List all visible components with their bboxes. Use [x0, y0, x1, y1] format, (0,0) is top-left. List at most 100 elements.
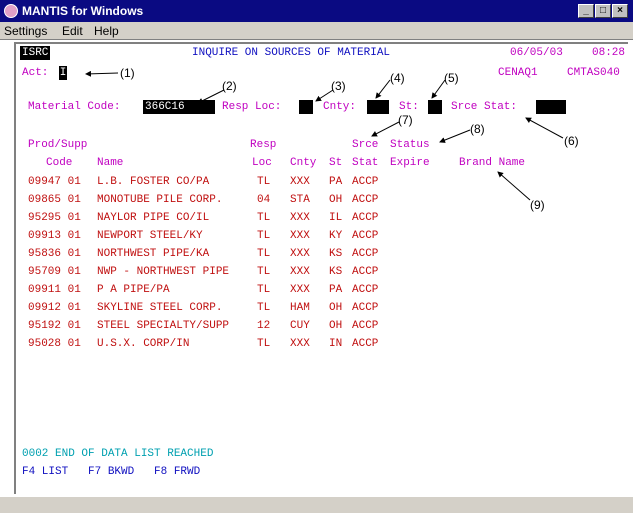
- row-name: NWP - NORTHWEST PIPE: [97, 266, 230, 278]
- col-status: Status: [390, 139, 430, 151]
- row-stat: ACCP: [352, 302, 379, 314]
- srce-stat-label: Srce Stat:: [451, 101, 518, 113]
- srce-stat-input[interactable]: [536, 100, 566, 114]
- act-input[interactable]: I: [59, 66, 67, 80]
- screen-title: INQUIRE ON SOURCES OF MATERIAL: [192, 47, 391, 59]
- col-loc: Loc: [252, 157, 272, 169]
- col-stat: Stat: [352, 157, 379, 169]
- row-stat: ACCP: [352, 284, 379, 296]
- annotation-4: (4): [390, 71, 405, 85]
- status-bar: [0, 496, 633, 513]
- row-code: 95028 01: [28, 338, 81, 350]
- row-code: 95295 01: [28, 212, 81, 224]
- window-title: MANTIS for Windows: [22, 4, 144, 18]
- header-time: 08:28: [592, 47, 626, 59]
- annotation-6: (6): [564, 134, 579, 148]
- col-expire: Expire: [390, 157, 430, 169]
- row-stat: ACCP: [352, 320, 379, 332]
- act-label: Act:: [22, 67, 49, 79]
- row-code: 09947 01: [28, 176, 81, 188]
- row-cnty: HAM: [290, 302, 310, 314]
- row-stat: ACCP: [352, 248, 379, 260]
- minimize-button[interactable]: _: [578, 4, 594, 18]
- function-keys[interactable]: F4 LIST F7 BKWD F8 FRWD: [22, 466, 200, 479]
- row-name: L.B. FOSTER CO/PA: [97, 176, 210, 188]
- row-st: PA: [329, 176, 343, 188]
- maximize-button[interactable]: □: [595, 4, 611, 18]
- row-st: PA: [329, 284, 343, 296]
- screen-id: ISRC: [20, 46, 51, 60]
- row-name: NAYLOR PIPE CO/IL: [97, 212, 210, 224]
- row-cnty: STA: [290, 194, 310, 206]
- annotation-3: (3): [331, 79, 346, 93]
- col-resp: Resp: [250, 139, 277, 151]
- row-name: NORTHWEST PIPE/KA: [97, 248, 210, 260]
- row-name: U.S.X. CORP/IN: [97, 338, 190, 350]
- row-loc: TL: [257, 266, 271, 278]
- app-icon: [4, 4, 18, 18]
- annotation-1: (1): [120, 66, 135, 80]
- cnty-label: Cnty:: [323, 101, 357, 113]
- system-id: CMTAS040: [567, 67, 620, 79]
- row-cnty: XXX: [290, 266, 310, 278]
- menu-bar: Settings Edit Help: [0, 22, 633, 40]
- row-cnty: XXX: [290, 284, 310, 296]
- row-loc: TL: [257, 230, 271, 242]
- row-code: 09865 01: [28, 194, 81, 206]
- resp-loc-label: Resp Loc:: [222, 101, 282, 113]
- row-loc: TL: [257, 284, 271, 296]
- row-name: P A PIPE/PA: [97, 284, 170, 296]
- col-code: Code: [46, 157, 73, 169]
- row-st: OH: [329, 302, 343, 314]
- row-stat: ACCP: [352, 230, 379, 242]
- col-name: Name: [97, 157, 124, 169]
- annotation-5: (5): [444, 71, 459, 85]
- row-st: KS: [329, 248, 343, 260]
- row-loc: 04: [257, 194, 271, 206]
- row-name: STEEL SPECIALTY/SUPP: [97, 320, 230, 332]
- row-name: NEWPORT STEEL/KY: [97, 230, 203, 242]
- header-date: 06/05/03: [510, 47, 563, 59]
- close-button[interactable]: ×: [612, 4, 628, 18]
- row-name: MONOTUBE PILE CORP.: [97, 194, 223, 206]
- row-code: 09913 01: [28, 230, 81, 242]
- col-brand-name: Brand Name: [459, 157, 526, 169]
- row-loc: 12: [257, 320, 271, 332]
- terminal-screen: ISRC INQUIRE ON SOURCES OF MATERIAL 06/0…: [14, 42, 628, 494]
- annotation-2: (2): [222, 79, 237, 93]
- row-st: IL: [329, 212, 343, 224]
- resp-loc-input[interactable]: [299, 100, 313, 114]
- row-st: KY: [329, 230, 343, 242]
- row-loc: TL: [257, 212, 271, 224]
- row-code: 09912 01: [28, 302, 81, 314]
- row-cnty: XXX: [290, 176, 310, 188]
- st-input[interactable]: [428, 100, 442, 114]
- row-cnty: XXX: [290, 230, 310, 242]
- title-bar: MANTIS for Windows _ □ ×: [0, 0, 633, 22]
- row-stat: ACCP: [352, 266, 379, 278]
- annotation-7: (7): [398, 113, 413, 127]
- row-loc: TL: [257, 176, 271, 188]
- row-code: 09911 01: [28, 284, 81, 296]
- menu-edit[interactable]: Edit: [62, 24, 83, 38]
- user-id: CENAQ1: [498, 67, 538, 79]
- row-code: 95192 01: [28, 320, 81, 332]
- row-cnty: XXX: [290, 212, 310, 224]
- row-st: IN: [329, 338, 343, 350]
- material-code-input[interactable]: 366C16: [143, 100, 215, 114]
- row-st: OH: [329, 194, 343, 206]
- col-prod-supp: Prod/Supp: [28, 139, 88, 151]
- col-srce: Srce: [352, 139, 379, 151]
- menu-settings[interactable]: Settings: [4, 24, 47, 38]
- row-stat: ACCP: [352, 176, 379, 188]
- row-stat: ACCP: [352, 338, 379, 350]
- cnty-input[interactable]: [367, 100, 389, 114]
- menu-help[interactable]: Help: [94, 24, 119, 38]
- row-cnty: XXX: [290, 248, 310, 260]
- row-loc: TL: [257, 248, 271, 260]
- row-cnty: CUY: [290, 320, 310, 332]
- row-cnty: XXX: [290, 338, 310, 350]
- row-code: 95709 01: [28, 266, 81, 278]
- status-message: 0002 END OF DATA LIST REACHED: [22, 448, 214, 460]
- col-cnty: Cnty: [290, 157, 317, 169]
